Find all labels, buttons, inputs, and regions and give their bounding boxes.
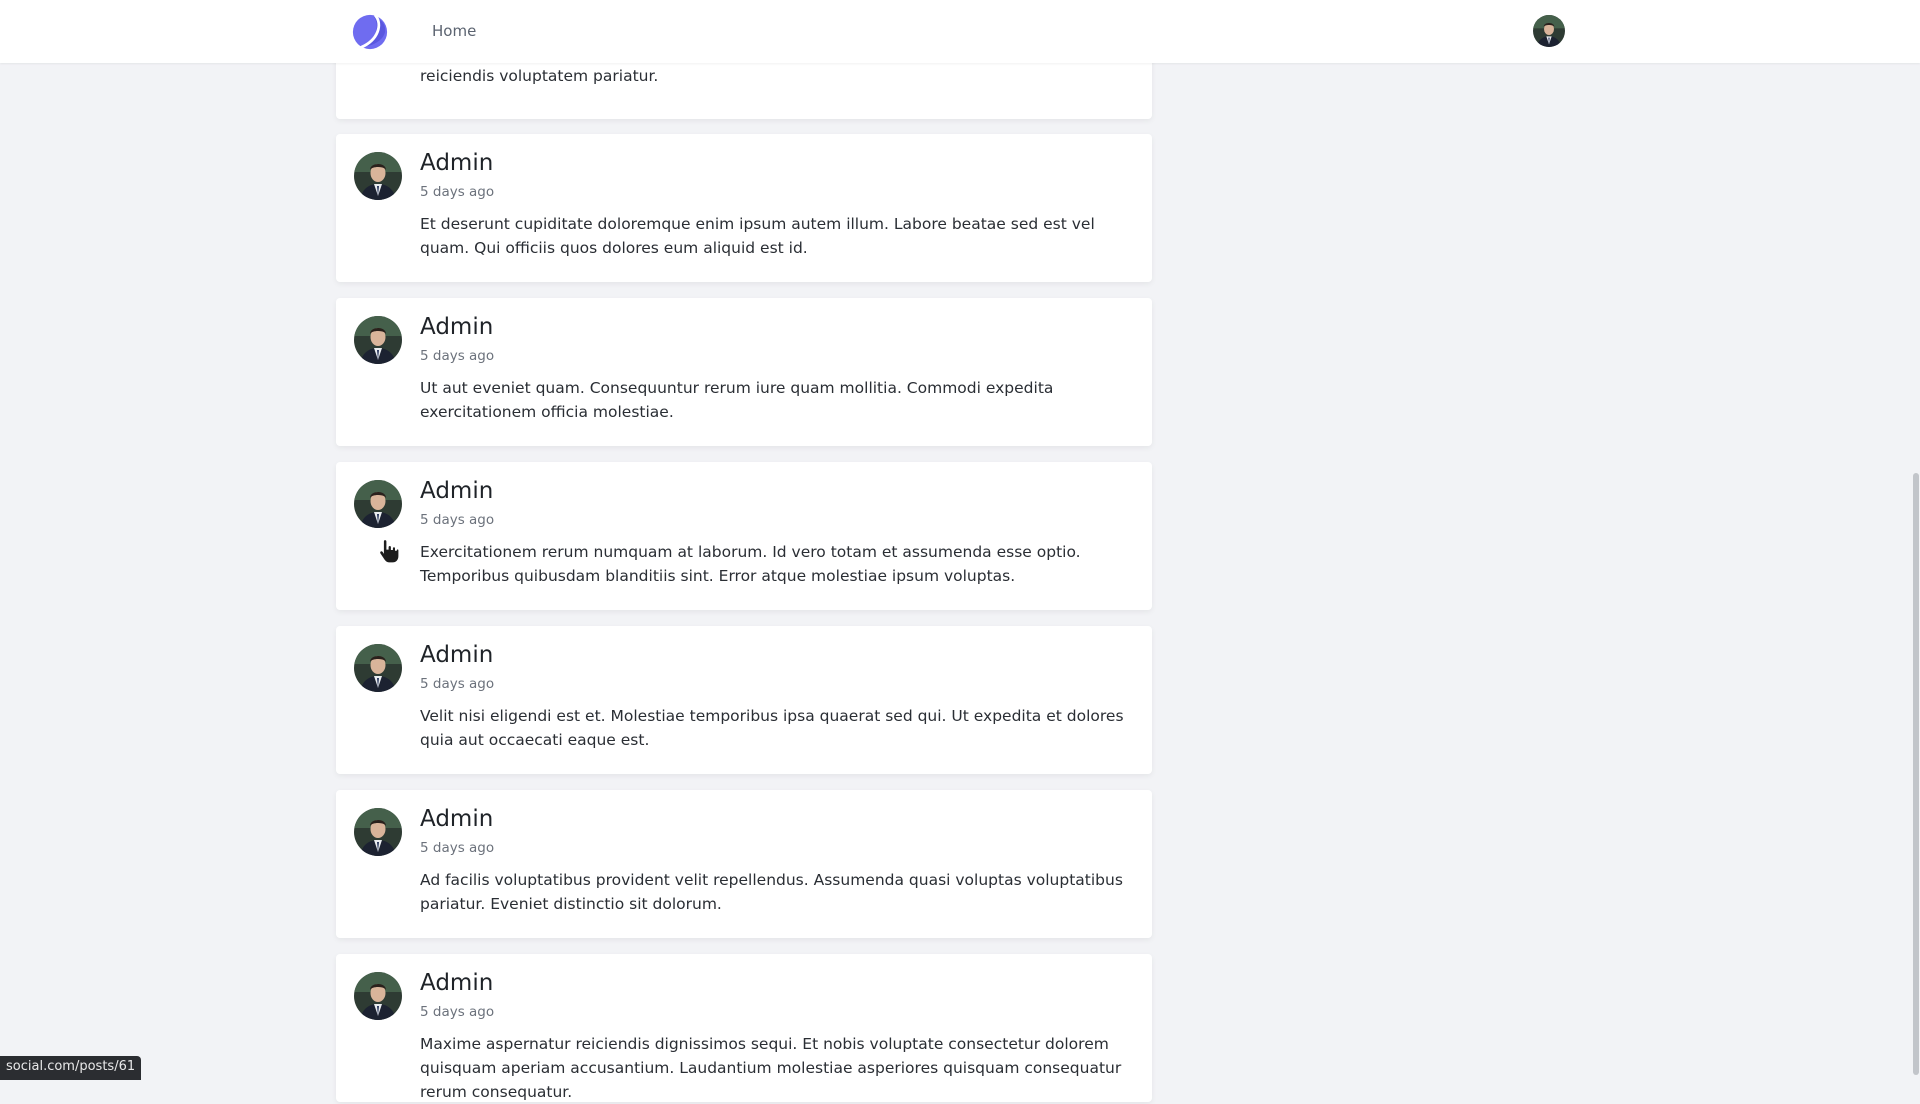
avatar[interactable] xyxy=(354,152,402,200)
avatar[interactable] xyxy=(354,316,402,364)
crescent-logo-icon[interactable] xyxy=(351,13,389,51)
post-author[interactable]: Admin xyxy=(420,970,493,996)
post-author[interactable]: Admin xyxy=(420,150,493,176)
post-body: Exercitationem rerum numquam at laborum.… xyxy=(420,540,1136,588)
post-body: Et deserunt cupiditate doloremque enim i… xyxy=(420,212,1136,260)
post-author[interactable]: Admin xyxy=(420,314,493,340)
top-navigation-bar: Home xyxy=(0,0,1920,63)
post-body: reiciendis voluptatem pariatur. xyxy=(420,64,1136,88)
post-author[interactable]: Admin xyxy=(420,806,493,832)
post-author[interactable]: Admin xyxy=(420,478,493,504)
post-timestamp: 5 days ago xyxy=(420,348,494,364)
user-avatar-icon[interactable] xyxy=(1533,15,1565,47)
post-card[interactable]: Admin 5 days ago Et deserunt cupiditate … xyxy=(336,134,1152,282)
post-body: Ut aut eveniet quam. Consequuntur rerum … xyxy=(420,376,1136,424)
avatar[interactable] xyxy=(354,808,402,856)
nav-home-link[interactable]: Home xyxy=(432,22,476,40)
post-body: Maxime aspernatur reiciendis dignissimos… xyxy=(420,1032,1136,1104)
avatar-portrait-icon xyxy=(354,316,402,364)
post-timestamp: 5 days ago xyxy=(420,840,494,856)
post-body: Velit nisi eligendi est et. Molestiae te… xyxy=(420,704,1136,752)
page-scrollbar-track[interactable] xyxy=(1910,63,1920,1080)
post-timestamp: 5 days ago xyxy=(420,184,494,200)
avatar[interactable] xyxy=(354,644,402,692)
page-scrollbar-thumb[interactable] xyxy=(1913,473,1919,1075)
avatar-portrait-icon xyxy=(354,480,402,528)
post-card[interactable]: Admin 5 days ago Ut aut eveniet quam. Co… xyxy=(336,298,1152,446)
post-author[interactable]: Admin xyxy=(420,642,493,668)
avatar-portrait-icon xyxy=(354,808,402,856)
post-timestamp: 5 days ago xyxy=(420,676,494,692)
avatar-portrait-icon xyxy=(1533,15,1565,47)
avatar-portrait-icon xyxy=(354,972,402,1020)
post-card[interactable]: Admin 5 days ago Velit nisi eligendi est… xyxy=(336,626,1152,774)
avatar[interactable] xyxy=(354,480,402,528)
pointer-hand-cursor-icon xyxy=(378,538,400,564)
post-timestamp: 5 days ago xyxy=(420,1004,494,1020)
post-card[interactable]: Admin 5 days ago Ad facilis voluptatibus… xyxy=(336,790,1152,938)
post-body: Ad facilis voluptatibus provident velit … xyxy=(420,868,1136,916)
post-timestamp: 5 days ago xyxy=(420,512,494,528)
status-bar-url: social.com/posts/61 xyxy=(0,1056,141,1080)
post-card[interactable]: Admin 5 days ago Exercitationem rerum nu… xyxy=(336,462,1152,610)
avatar-portrait-icon xyxy=(354,152,402,200)
avatar-portrait-icon xyxy=(354,644,402,692)
avatar[interactable] xyxy=(354,972,402,1020)
